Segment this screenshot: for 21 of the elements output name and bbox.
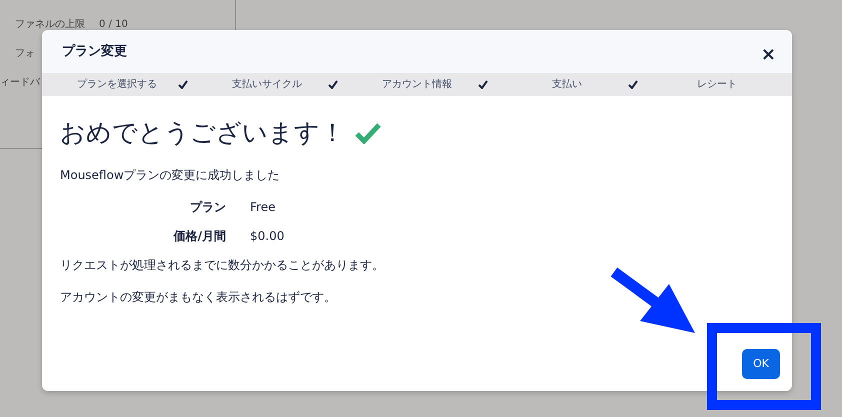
- check-icon: [355, 122, 381, 144]
- field-label: ィードバ: [0, 76, 40, 90]
- info-text: アカウントの変更がまもなく表示されるはずです。: [60, 288, 337, 306]
- detail-label: 価格/月間: [172, 228, 227, 244]
- field-label: ファネルの上限: [15, 18, 85, 32]
- success-heading: おめでとうございます！: [60, 117, 345, 149]
- detail-value: Free: [250, 198, 276, 216]
- step-label: 支払いサイクル: [231, 78, 303, 92]
- detail-label: プラン: [189, 198, 227, 216]
- detail-value: $0.00: [250, 228, 284, 244]
- step-label: レシート: [696, 78, 738, 92]
- field-label: フォ: [15, 47, 35, 61]
- dialog-title: プラン変更: [62, 42, 127, 61]
- step-label: 支払い: [551, 78, 583, 92]
- step-label: アカウント情報: [381, 78, 453, 92]
- info-text: リクエストが処理されるまでに数分かかることがあります。: [60, 256, 385, 274]
- field-value: 0 / 10: [99, 18, 128, 32]
- close-button[interactable]: ×: [760, 46, 776, 64]
- step-label: プランを選択する: [76, 78, 158, 92]
- success-message: Mouseflowプランの変更に成功しました: [60, 166, 281, 184]
- ok-button[interactable]: OK: [742, 348, 780, 379]
